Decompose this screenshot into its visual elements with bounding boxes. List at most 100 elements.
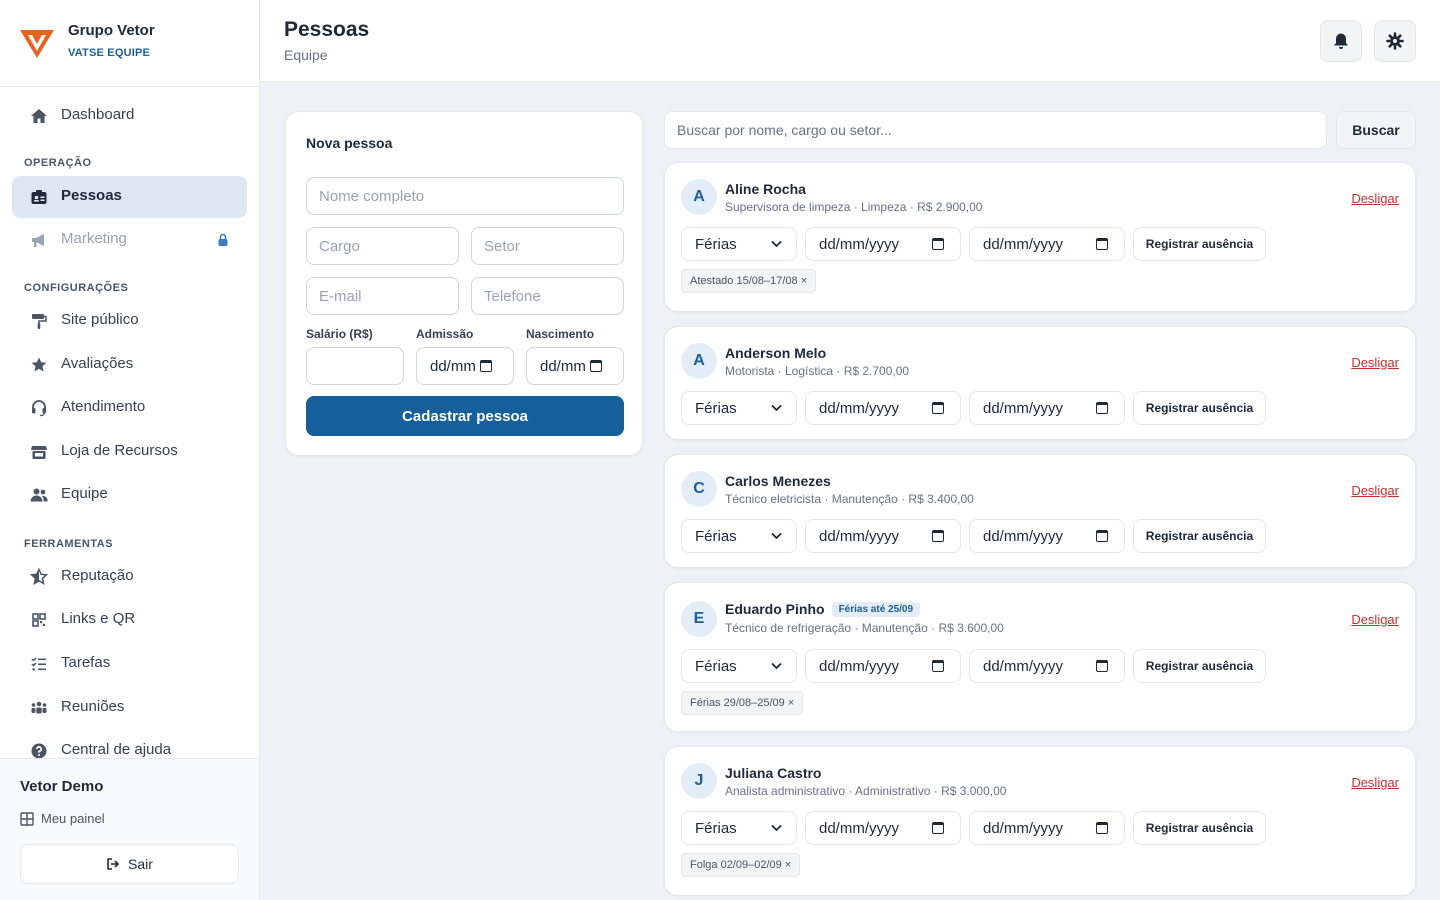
sidebar-item-pessoas[interactable]: Pessoas	[12, 176, 247, 218]
sidebar-item-label: Equipe	[61, 485, 108, 502]
dismiss-link[interactable]: Desligar	[1351, 483, 1399, 498]
absence-type-value: Férias	[695, 657, 737, 675]
calendar-icon	[1096, 530, 1108, 542]
role-input[interactable]: Cargo	[306, 227, 459, 265]
calendar-icon	[479, 360, 492, 372]
phone-input[interactable]: Telefone	[471, 277, 624, 315]
sidebar-item-loja-de-recursos[interactable]: Loja de Recursos	[12, 431, 247, 473]
calendar-icon	[932, 402, 944, 414]
dismiss-link[interactable]: Desligar	[1351, 775, 1399, 790]
absence-type-value: Férias	[695, 527, 737, 545]
date-placeholder: dd/mm/yyyy	[983, 819, 1064, 837]
salary-input[interactable]	[306, 347, 404, 385]
birth-date-input[interactable]: dd/mm	[526, 347, 624, 385]
submit-person-button[interactable]: Cadastrar pessoa	[306, 396, 624, 436]
sidebar-item-label: Reputação	[61, 567, 134, 584]
sidebar-item-reputacao[interactable]: Reputação	[12, 556, 247, 598]
brand-logo-icon	[20, 30, 54, 58]
absence-type-value: Férias	[695, 235, 737, 253]
absence-start-date[interactable]: dd/mm/yyyy	[805, 519, 961, 553]
people-group-icon	[31, 701, 47, 714]
notifications-button[interactable]	[1320, 20, 1362, 62]
my-panel-link[interactable]: Meu painel	[20, 811, 105, 826]
date-placeholder: dd/mm/yyyy	[819, 657, 900, 675]
search-input[interactable]: Buscar por nome, cargo ou setor...	[664, 111, 1327, 149]
absence-end-date[interactable]: dd/mm/yyyy	[969, 227, 1125, 261]
absence-start-date[interactable]: dd/mm/yyyy	[805, 649, 961, 683]
form-title: Nova pessoa	[306, 135, 393, 151]
register-absence-button[interactable]: Registrar ausência	[1133, 649, 1266, 683]
absence-end-date[interactable]: dd/mm/yyyy	[969, 391, 1125, 425]
search-button[interactable]: Buscar	[1336, 111, 1416, 149]
sidebar-item-equipe[interactable]: Equipe	[12, 474, 247, 516]
person-name-row: Carlos Menezes	[725, 473, 831, 489]
dismiss-link[interactable]: Desligar	[1351, 191, 1399, 206]
sidebar-item-avaliacoes[interactable]: Avaliações	[12, 344, 247, 386]
page-header: Pessoas Equipe	[260, 0, 1440, 82]
absence-type-select[interactable]: Férias	[681, 519, 797, 553]
sidebar-item-reunioes[interactable]: Reuniões	[12, 687, 247, 729]
person-card: J Juliana Castro Analista administrativo…	[664, 746, 1416, 896]
absence-type-select[interactable]: Férias	[681, 649, 797, 683]
sidebar-item-label: Tarefas	[61, 654, 111, 671]
my-panel-label: Meu painel	[41, 811, 105, 826]
avatar: C	[681, 471, 717, 507]
email-input[interactable]: E-mail	[306, 277, 459, 315]
new-person-form: Nova pessoa Nome completo Cargo Setor E-…	[285, 111, 643, 456]
sidebar-item-site-publico[interactable]: Site público	[12, 300, 247, 342]
absence-chip[interactable]: Folga 02/09–02/09 ×	[681, 853, 801, 877]
absence-start-date[interactable]: dd/mm/yyyy	[805, 227, 961, 261]
absence-chip[interactable]: Atestado 15/08–17/08 ×	[681, 269, 817, 293]
dismiss-link[interactable]: Desligar	[1351, 355, 1399, 370]
absence-type-value: Férias	[695, 819, 737, 837]
sidebar-item-tarefas[interactable]: Tarefas	[12, 643, 247, 685]
person-name: Eduardo Pinho	[725, 601, 825, 617]
avatar: A	[681, 179, 717, 215]
sidebar-item-marketing[interactable]: Marketing	[12, 219, 247, 261]
absence-type-select[interactable]: Férias	[681, 811, 797, 845]
absence-type-select[interactable]: Férias	[681, 391, 797, 425]
sidebar-item-label: Site público	[61, 311, 139, 328]
users-icon	[30, 488, 48, 502]
absence-end-date[interactable]: dd/mm/yyyy	[969, 811, 1125, 845]
qr-icon	[32, 613, 46, 627]
absence-start-date[interactable]: dd/mm/yyyy	[805, 811, 961, 845]
sidebar-item-dashboard[interactable]: Dashboard	[12, 95, 247, 137]
sector-input[interactable]: Setor	[471, 227, 624, 265]
admission-date-input[interactable]: dd/mm	[416, 347, 514, 385]
settings-button[interactable]	[1374, 20, 1416, 62]
register-absence-button[interactable]: Registrar ausência	[1133, 391, 1266, 425]
status-badge: Férias até 25/09	[831, 601, 921, 617]
absence-start-date[interactable]: dd/mm/yyyy	[805, 391, 961, 425]
register-absence-button[interactable]: Registrar ausência	[1133, 227, 1266, 261]
person-name: Anderson Melo	[725, 345, 827, 361]
admission-date-placeholder: dd/mm	[430, 357, 476, 375]
dismiss-link[interactable]: Desligar	[1351, 612, 1399, 627]
absence-type-select[interactable]: Férias	[681, 227, 797, 261]
date-placeholder: dd/mm/yyyy	[983, 527, 1064, 545]
calendar-icon	[589, 360, 602, 372]
absence-end-date[interactable]: dd/mm/yyyy	[969, 649, 1125, 683]
logout-button[interactable]: Sair	[20, 844, 239, 884]
calendar-icon	[1096, 402, 1108, 414]
absence-end-date[interactable]: dd/mm/yyyy	[969, 519, 1125, 553]
brand-header: Grupo Vetor VATSE EQUIPE	[0, 0, 259, 87]
sidebar-item-label: Avaliações	[61, 355, 134, 372]
person-meta: Técnico eletricista · Manutenção · R$ 3.…	[725, 492, 974, 506]
person-name-row: Eduardo Pinho Férias até 25/09	[725, 601, 921, 617]
date-placeholder: dd/mm/yyyy	[983, 399, 1064, 417]
avatar: E	[681, 601, 717, 637]
sidebar-item-atendimento[interactable]: Atendimento	[12, 387, 247, 429]
bell-icon	[1334, 33, 1348, 49]
calendar-icon	[1096, 238, 1108, 250]
absence-chip[interactable]: Férias 29/08–25/09 ×	[681, 691, 804, 715]
star-half-icon	[30, 568, 48, 586]
sidebar-item-label: Loja de Recursos	[61, 442, 178, 459]
register-absence-button[interactable]: Registrar ausência	[1133, 519, 1266, 553]
name-input[interactable]: Nome completo	[306, 177, 624, 215]
date-placeholder: dd/mm/yyyy	[983, 235, 1064, 253]
headset-icon	[32, 400, 46, 417]
register-absence-button[interactable]: Registrar ausência	[1133, 811, 1266, 845]
sidebar-item-links-e-qr[interactable]: Links e QR	[12, 599, 247, 641]
sidebar-item-central-de-ajuda[interactable]: Central de ajuda	[12, 730, 247, 758]
